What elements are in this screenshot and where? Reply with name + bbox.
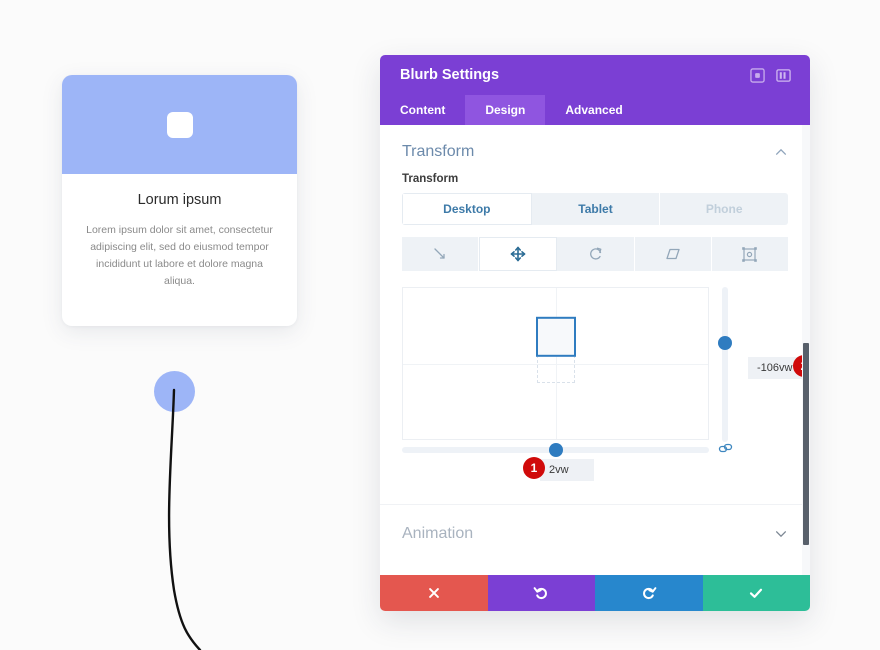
close-button[interactable]	[380, 575, 488, 611]
skew-icon[interactable]	[634, 237, 712, 271]
modal-scrollbar-thumb[interactable]	[803, 343, 809, 545]
link-axes-icon[interactable]	[718, 441, 734, 462]
focus-icon[interactable]	[744, 62, 770, 88]
x-value-badge: 2vw	[540, 459, 594, 481]
modal-scrollbar-track[interactable]	[802, 125, 810, 575]
blurb-body: Lorum ipsum Lorem ipsum dolor sit amet, …	[62, 174, 297, 310]
transform-type-group	[402, 237, 789, 271]
modal-tab-bar: Content Design Advanced	[380, 95, 810, 125]
help-row[interactable]: ? Help	[380, 561, 810, 575]
animation-section-header[interactable]: Animation	[380, 504, 810, 561]
vertical-slider-handle[interactable]	[718, 336, 732, 350]
blurb-settings-modal: Blurb Settings Content Design Advanced T…	[380, 55, 810, 611]
redo-button[interactable]	[595, 575, 703, 611]
rotate-icon[interactable]	[557, 237, 635, 271]
blurb-square-icon	[166, 111, 193, 138]
check-icon	[750, 588, 763, 598]
transform-canvas[interactable]: 2vw 1 -106vw 2	[402, 287, 810, 482]
layout-columns-icon[interactable]	[770, 62, 796, 88]
origin-icon[interactable]	[711, 237, 789, 271]
transform-handle-square[interactable]	[535, 316, 576, 357]
blurb-preview-card[interactable]: Lorum ipsum Lorem ipsum dolor sit amet, …	[62, 75, 297, 326]
chevron-down-icon[interactable]	[774, 527, 788, 541]
horizontal-slider-handle[interactable]	[549, 443, 563, 457]
page-preview-area: Lorum ipsum Lorem ipsum dolor sit amet, …	[0, 0, 360, 650]
tab-advanced[interactable]: Advanced	[545, 95, 642, 125]
save-button[interactable]	[702, 575, 810, 611]
transform-controls: Transform Desktop Tablet Phone 2vw 1 -10…	[380, 173, 810, 482]
decorative-curve	[167, 388, 202, 650]
scale-icon[interactable]	[402, 237, 480, 271]
device-tablet[interactable]: Tablet	[531, 193, 661, 225]
vertical-axis-slider[interactable]	[718, 287, 732, 442]
tab-content[interactable]: Content	[380, 95, 465, 125]
transform-section-header[interactable]: Transform	[380, 125, 810, 173]
blurb-description: Lorem ipsum dolor sit amet, consectetur …	[86, 224, 273, 287]
device-phone[interactable]: Phone	[660, 193, 788, 225]
modal-footer-actions	[380, 575, 810, 611]
horizontal-axis-slider[interactable]	[402, 443, 709, 457]
x-icon	[428, 588, 439, 598]
transform-field-label: Transform	[402, 173, 459, 185]
transform-grid	[402, 287, 709, 440]
modal-titlebar: Blurb Settings	[380, 55, 810, 95]
undo-button[interactable]	[487, 575, 595, 611]
undo-icon	[533, 587, 548, 600]
chevron-up-icon[interactable]	[774, 145, 788, 159]
animation-section-title: Animation	[402, 525, 474, 542]
modal-scroll-body: Transform Transform Desktop Tablet Phone	[380, 125, 810, 575]
transform-section-title: Transform	[402, 143, 475, 160]
modal-title: Blurb Settings	[400, 67, 500, 83]
redo-icon	[642, 587, 657, 600]
device-toggle-group: Desktop Tablet Phone	[402, 193, 788, 225]
blurb-title: Lorum ipsum	[137, 192, 222, 208]
device-desktop[interactable]: Desktop	[402, 193, 532, 225]
blurb-image-area	[62, 75, 297, 174]
translate-icon[interactable]	[479, 237, 558, 271]
step-marker-1: 1	[523, 457, 545, 479]
tab-design[interactable]: Design	[465, 95, 546, 125]
